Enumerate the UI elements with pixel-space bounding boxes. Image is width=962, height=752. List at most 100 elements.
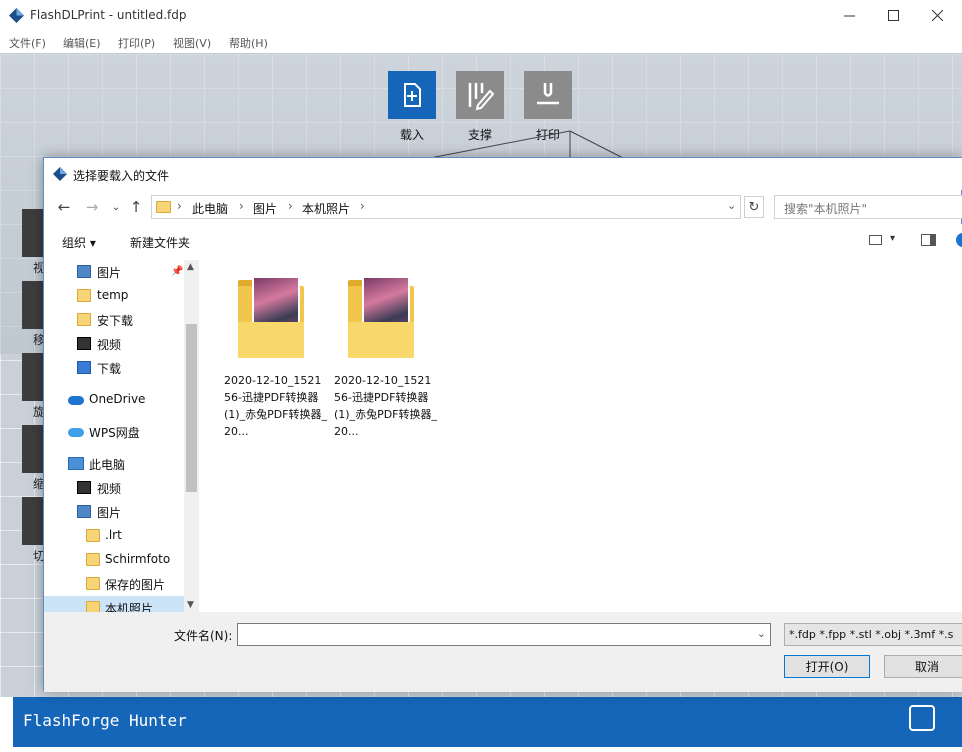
folder-icon <box>86 601 100 612</box>
nav-item-label: OneDrive <box>89 392 145 406</box>
nav-item-videos[interactable]: 视频 <box>44 476 184 500</box>
chevron-down-icon[interactable]: ⌄ <box>727 199 736 212</box>
back-button[interactable]: ← <box>54 197 74 217</box>
new-folder-button[interactable]: 新建文件夹 <box>130 234 190 251</box>
address-bar[interactable]: › 此电脑 › 图片 › 本机照片 › ⌄ <box>151 195 741 219</box>
nav-item-label: WPS网盘 <box>89 424 140 441</box>
chevron-right-icon: › <box>288 199 293 213</box>
status-bar: FlashForge Hunter <box>0 697 962 752</box>
app-title: FlashDLPrint - untitled.fdp <box>30 8 187 22</box>
help-icon[interactable] <box>956 233 962 247</box>
nav-item-wps-cloud[interactable]: WPS网盘 <box>44 420 184 444</box>
menu-edit[interactable]: 编辑(E) <box>63 35 101 51</box>
chevron-down-icon: ⌄ <box>112 202 120 213</box>
nav-item-label: 保存的图片 <box>105 576 165 593</box>
nav-item-schirmfoto[interactable]: Schirmfoto <box>44 548 184 572</box>
chevron-down-icon[interactable]: ⌄ <box>757 627 766 640</box>
open-button[interactable]: 打开(O) <box>784 655 870 678</box>
nav-item-downloads-cn[interactable]: 安下载 <box>44 308 184 332</box>
folder-thumbnail-icon <box>238 276 304 360</box>
menu-help[interactable]: 帮助(H) <box>229 35 268 51</box>
filename-input[interactable]: ⌄ <box>237 623 771 646</box>
chevron-right-icon: › <box>360 199 365 213</box>
app-logo-icon <box>9 8 24 23</box>
menu-print[interactable]: 打印(P) <box>118 35 155 51</box>
refresh-button[interactable]: ↻ <box>744 196 764 218</box>
menu-file[interactable]: 文件(F) <box>9 35 46 51</box>
nav-item-label: 视频 <box>97 336 121 353</box>
view-mode-icon[interactable] <box>869 235 882 245</box>
nav-item-lrt[interactable]: .lrt <box>44 524 184 548</box>
folder-icon <box>156 201 171 213</box>
load-file-icon <box>396 79 428 111</box>
search-placeholder: 搜索"本机照片" <box>784 200 867 217</box>
maximize-icon <box>888 10 899 21</box>
scrollbar-thumb[interactable] <box>186 324 197 492</box>
folder-icon <box>86 529 100 542</box>
navigation-row: ← → ⌄ ↑ › 此电脑 › 图片 › 本机照片 › ⌄ ↻ 搜索"本机照片" <box>44 190 962 224</box>
video-icon <box>77 481 91 494</box>
scroll-up-icon[interactable]: ▲ <box>187 262 194 272</box>
dialog-footer: 文件名(N): ⌄ *.fdp *.fpp *.stl *.obj *.3mf … <box>44 612 962 692</box>
folder-icon <box>77 313 91 326</box>
nav-item-onedrive[interactable]: OneDrive <box>44 388 184 412</box>
preview-pane-icon[interactable] <box>921 234 936 246</box>
minimize-icon <box>844 10 855 21</box>
nav-item-label: 视频 <box>97 480 121 497</box>
breadcrumb-this-pc[interactable]: 此电脑 <box>192 200 228 217</box>
minimize-button[interactable] <box>826 0 872 31</box>
file-name: 2020-12-10_152156-迅捷PDF转换器 (1)_赤兔PDF转换器_… <box>224 372 328 440</box>
this-pc-icon <box>68 457 84 470</box>
organize-button[interactable]: 组织 ▾ <box>62 234 96 251</box>
close-button[interactable] <box>914 0 960 31</box>
print-button[interactable] <box>524 71 572 119</box>
navigation-pane: 图片 📌 temp 安下载 视频 下载 OneDrive WPS网盘 <box>44 260 199 612</box>
up-button[interactable]: ↑ <box>126 197 146 217</box>
nav-item-pictures-quick[interactable]: 图片 📌 <box>44 260 184 284</box>
search-box[interactable]: 搜索"本机照片" <box>774 195 962 219</box>
scroll-down-icon[interactable]: ▼ <box>187 600 194 610</box>
nav-item-pictures[interactable]: 图片 <box>44 500 184 524</box>
toolbar-connector-lines <box>420 130 640 160</box>
folder-icon <box>86 553 100 566</box>
nav-item-local-photos[interactable]: 本机照片 <box>44 596 184 612</box>
cancel-button[interactable]: 取消 <box>884 655 962 678</box>
breadcrumb-local-photos[interactable]: 本机照片 <box>302 200 350 217</box>
nav-item-videos-quick[interactable]: 视频 <box>44 332 184 356</box>
nav-item-downloads[interactable]: 下载 <box>44 356 184 380</box>
refresh-icon: ↻ <box>749 200 760 215</box>
breadcrumb-pictures[interactable]: 图片 <box>253 200 277 217</box>
arrow-up-icon: ↑ <box>130 198 143 216</box>
pictures-icon <box>77 505 91 518</box>
dialog-app-icon <box>53 167 67 181</box>
connection-icon[interactable] <box>909 705 935 731</box>
file-name: 2020-12-10_152156-迅捷PDF转换器 (1)_赤兔PDF转换器_… <box>334 372 438 440</box>
nav-item-this-pc[interactable]: 此电脑 <box>44 452 184 476</box>
file-item[interactable]: 2020-12-10_152156-迅捷PDF转换器 (1)_赤兔PDF转换器_… <box>334 270 438 440</box>
print-icon <box>532 79 564 111</box>
forward-button[interactable]: → <box>82 197 102 217</box>
pictures-icon <box>77 265 91 278</box>
nav-item-saved-pictures[interactable]: 保存的图片 <box>44 572 184 596</box>
view-dropdown-icon[interactable]: ▾ <box>890 233 895 244</box>
file-item[interactable]: 2020-12-10_152156-迅捷PDF转换器 (1)_赤兔PDF转换器_… <box>224 270 328 440</box>
open-file-dialog: 选择要载入的文件 ← → ⌄ ↑ › 此电脑 › 图片 › 本机照片 › ⌄ ↻ <box>43 157 962 691</box>
load-button[interactable] <box>388 71 436 119</box>
arrow-right-icon: → <box>86 198 99 216</box>
menu-view[interactable]: 视图(V) <box>173 35 211 51</box>
nav-item-temp[interactable]: temp <box>44 284 184 308</box>
filetype-select[interactable]: *.fdp *.fpp *.stl *.obj *.3mf *.s <box>784 623 962 646</box>
download-icon <box>77 361 91 374</box>
recent-locations-button[interactable]: ⌄ <box>106 197 126 217</box>
video-icon <box>77 337 91 350</box>
support-button[interactable] <box>456 71 504 119</box>
close-icon <box>932 10 943 21</box>
chevron-right-icon: › <box>177 199 182 213</box>
maximize-button[interactable] <box>870 0 916 31</box>
nav-item-label: 下载 <box>97 360 121 377</box>
dialog-titlebar: 选择要载入的文件 <box>44 158 962 190</box>
file-list-pane: 2020-12-10_152156-迅捷PDF转换器 (1)_赤兔PDF转换器_… <box>200 260 962 612</box>
arrow-left-icon: ← <box>58 198 71 216</box>
nav-pane-scrollbar[interactable]: ▲ ▼ <box>184 260 199 612</box>
nav-item-label: Schirmfoto <box>105 552 170 566</box>
